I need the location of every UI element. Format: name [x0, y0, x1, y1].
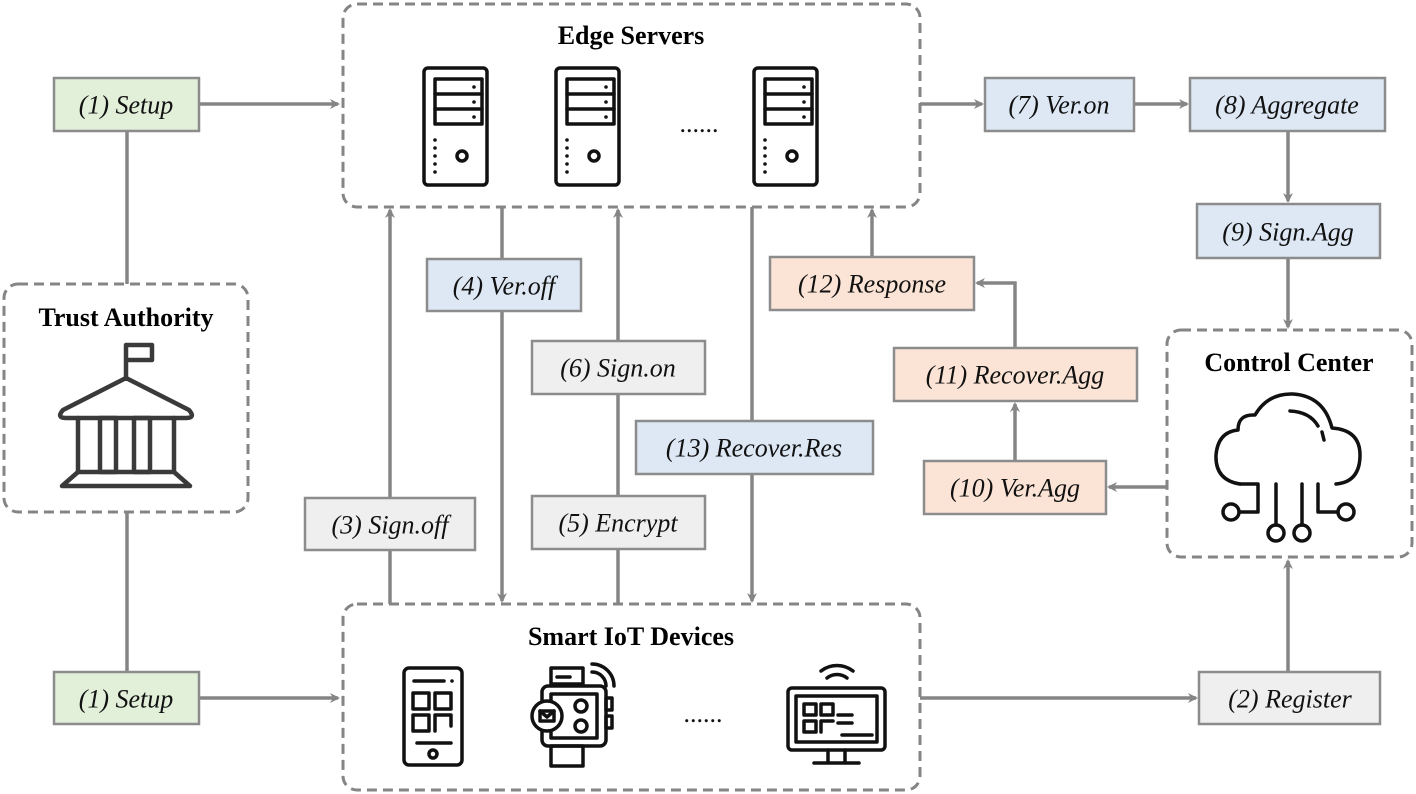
step-label: (12) Response [798, 270, 946, 299]
step-recover-agg: (11) Recover.Agg [892, 346, 1139, 403]
edge-servers-group: Edge Servers ...... [341, 2, 922, 209]
step-ver-on: (7) Ver.on [983, 76, 1136, 133]
step-label: (9) Sign.Agg [1222, 218, 1353, 247]
trust-authority-title: Trust Authority [38, 303, 213, 332]
step-response: (12) Response [768, 255, 976, 312]
step-label: (8) Aggregate [1215, 91, 1359, 120]
step-encrypt: (5) Encrypt [530, 494, 707, 551]
protocol-diagram: #ah path{} Edge Servers ...... Smart IoT… [2, 2, 1414, 792]
control-center-title: Control Center [1204, 348, 1373, 377]
step-label: (13) Recover.Res [666, 434, 842, 463]
step-label: (10) Ver.Agg [950, 474, 1080, 503]
step-recover-res: (13) Recover.Res [634, 419, 875, 476]
iot-devices-group: Smart IoT Devices ...... [341, 602, 922, 792]
step-register: (2) Register [1197, 670, 1382, 726]
step-label: (4) Ver.off [453, 272, 559, 301]
iot-devices-title: Smart IoT Devices [528, 622, 734, 651]
step-label: (5) Encrypt [558, 509, 678, 538]
step-label: (3) Sign.off [332, 511, 453, 540]
step-sign-on: (6) Sign.on [530, 339, 707, 396]
recoveragg-to-response-arrow [975, 278, 1017, 348]
step-label: (11) Recover.Agg [926, 361, 1105, 390]
edge-servers-title: Edge Servers [558, 21, 705, 50]
step-ver-agg: (10) Ver.Agg [922, 459, 1108, 516]
step-label: (2) Register [1228, 685, 1352, 714]
step-sign-agg: (9) Sign.Agg [1195, 202, 1382, 260]
ellipsis: ...... [680, 109, 719, 138]
step-setup-bottom: (1) Setup [52, 670, 201, 726]
step-setup-top: (1) Setup [52, 76, 201, 133]
ellipsis: ...... [684, 699, 723, 728]
trust-authority-group: Trust Authority [2, 282, 250, 514]
step-sign-off: (3) Sign.off [303, 496, 477, 552]
step-ver-off: (4) Ver.off [425, 257, 583, 313]
control-center-group: Control Center [1165, 328, 1414, 559]
step-label: (7) Ver.on [1008, 91, 1109, 120]
step-label: (6) Sign.on [560, 354, 676, 383]
step-aggregate: (8) Aggregate [1188, 76, 1387, 133]
step-label: (1) Setup [79, 91, 174, 120]
step-label: (1) Setup [79, 685, 174, 714]
